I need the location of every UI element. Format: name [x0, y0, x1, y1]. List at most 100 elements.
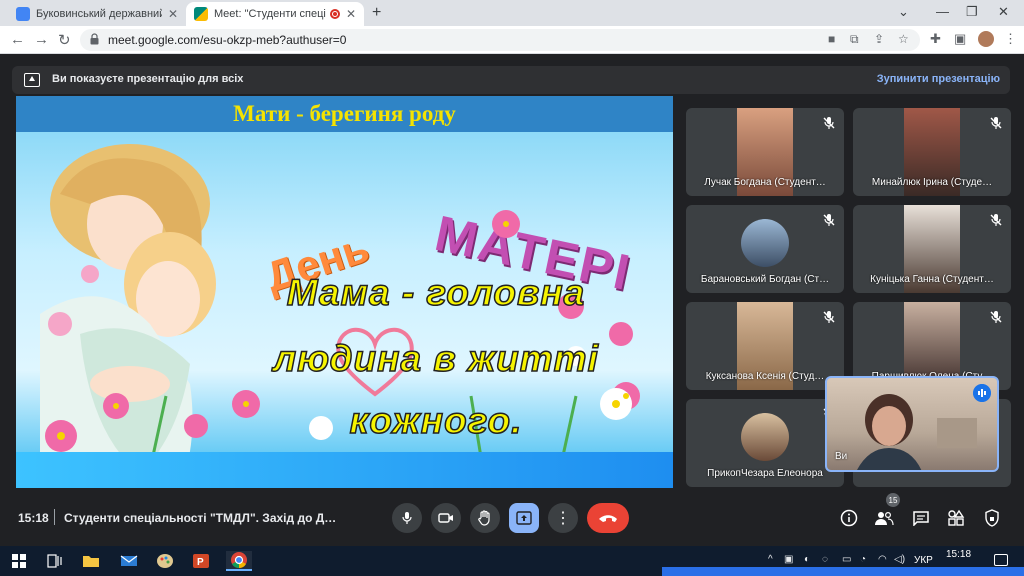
present-button[interactable]	[509, 503, 539, 533]
camera-button[interactable]	[431, 503, 461, 533]
stop-presenting-button[interactable]: Зупинити презентацію	[877, 73, 1000, 85]
paint-icon[interactable]	[154, 551, 176, 571]
people-icon[interactable]	[874, 508, 894, 528]
tab-title: Буковинський державний меди	[36, 8, 162, 20]
participant-count-badge: 15	[886, 493, 900, 507]
svg-text:P: P	[197, 557, 204, 568]
url-text: meet.google.com/esu-okzp-meb?authuser=0	[108, 33, 347, 47]
slide-line-1: Мама - головна	[286, 271, 586, 314]
notifications-icon[interactable]	[994, 554, 1008, 566]
present-screen-icon	[24, 73, 40, 87]
mic-off-icon	[823, 117, 835, 129]
participant-name: Куксанова Ксенія (Студ…	[705, 371, 825, 382]
more-options-button[interactable]: ⋮	[548, 503, 578, 533]
minimize-button[interactable]: —	[936, 4, 949, 19]
system-clock[interactable]: 15:18	[946, 549, 971, 560]
network-icon[interactable]: ◔	[860, 554, 866, 565]
profile-avatar[interactable]	[978, 31, 994, 47]
task-view-icon[interactable]	[44, 551, 66, 571]
tab-search-icon[interactable]: ⌄	[898, 4, 909, 20]
recording-icon	[329, 9, 340, 19]
file-explorer-icon[interactable]	[80, 551, 102, 571]
mic-off-icon	[990, 311, 1002, 323]
meet-tray-icon[interactable]: ▣	[784, 554, 793, 565]
slide-header: Мати - берегиня роду	[16, 96, 673, 132]
participant-tile[interactable]: Барановський Богдан (Ст…	[686, 205, 844, 293]
share-icon[interactable]: ⇪	[874, 32, 884, 46]
lock-icon	[90, 33, 99, 45]
wifi-icon[interactable]: ◠	[878, 554, 887, 565]
camera-in-use-icon[interactable]: ■	[828, 32, 835, 46]
meet-favicon-icon	[194, 7, 208, 21]
side-panel-icon[interactable]: ▣	[954, 31, 966, 47]
menu-kebab-icon[interactable]: ⋮	[1004, 31, 1017, 47]
present-screen-icon	[516, 511, 532, 525]
mail-icon[interactable]	[118, 551, 140, 571]
mic-off-icon	[823, 214, 835, 226]
raise-hand-button[interactable]	[470, 503, 500, 533]
divider	[54, 509, 55, 525]
tab-meet[interactable]: Meet: "Студенти спеціальності ✕	[186, 2, 364, 26]
participant-tile[interactable]: Лучак Богдана (Студент…	[686, 108, 844, 196]
back-button[interactable]: ←	[10, 31, 25, 48]
chat-icon[interactable]	[911, 508, 931, 528]
presenting-banner: Ви показуєте презентацію для всіх Зупини…	[12, 66, 1010, 94]
wifi-off-icon[interactable]: ◌	[822, 554, 828, 565]
mic-off-icon	[990, 214, 1002, 226]
battery-icon[interactable]: ▭	[842, 554, 851, 565]
meet-control-bar: 15:18 Студенти спеціальності "ТМДЛ". Зах…	[0, 493, 1024, 544]
participant-name: Куніцька Ганна (Студент…	[870, 274, 994, 285]
self-view-tile[interactable]: Ви	[825, 376, 999, 472]
translate-icon[interactable]: ⧉	[850, 32, 859, 47]
tab-title: Meet: "Студенти спеціальності	[214, 8, 326, 20]
reload-button[interactable]: ↻	[58, 31, 71, 49]
meeting-title: Студенти спеціальності "ТМДЛ". Захід до …	[64, 511, 337, 525]
bookmark-star-icon[interactable]: ☆	[898, 32, 909, 46]
show-hidden-icons[interactable]: ^	[768, 554, 773, 565]
self-name: Ви	[835, 451, 848, 462]
close-window-button[interactable]: ✕	[998, 4, 1009, 20]
extensions-icon[interactable]: ✚	[930, 31, 941, 47]
participant-avatar	[741, 219, 789, 267]
chrome-icon[interactable]	[226, 551, 252, 571]
participant-tile[interactable]: Минайлюк Ірина (Студе…	[853, 108, 1011, 196]
participant-name: ПрикопЧезара Елеонора	[707, 468, 823, 479]
participant-avatar	[741, 413, 789, 461]
hang-up-icon	[599, 515, 617, 522]
microphone-icon	[402, 512, 412, 524]
host-controls-icon[interactable]	[982, 508, 1002, 528]
participant-name: Минайлюк Ірина (Студе…	[871, 177, 993, 188]
close-tab-icon[interactable]: ✕	[346, 7, 356, 21]
meeting-time: 15:18	[18, 511, 49, 525]
camera-icon	[438, 513, 453, 523]
presentation-slide: Мати - берегиня роду День МАТЕРІ Мама - …	[16, 96, 673, 488]
close-tab-icon[interactable]: ✕	[168, 7, 178, 21]
leave-call-button[interactable]	[587, 503, 629, 533]
windows-start-icon[interactable]	[8, 551, 30, 571]
participant-tile[interactable]: Куніцька Ганна (Студент…	[853, 205, 1011, 293]
microphone-button[interactable]	[392, 503, 422, 533]
sync-icon[interactable]: ◐	[804, 554, 810, 565]
forward-button[interactable]: →	[34, 31, 49, 48]
hand-icon	[478, 510, 490, 526]
meeting-details-icon[interactable]	[839, 508, 859, 528]
restore-button[interactable]: ❐	[966, 4, 978, 20]
browser-toolbar: ← → ↻ meet.google.com/esu-okzp-meb?authu…	[0, 26, 1024, 54]
address-bar[interactable]: meet.google.com/esu-okzp-meb?authuser=0 …	[80, 29, 920, 51]
volume-icon[interactable]: ◁)	[894, 554, 905, 565]
mic-off-icon	[990, 117, 1002, 129]
powerpoint-icon[interactable]: P	[190, 551, 212, 571]
slide-footer	[16, 452, 673, 488]
browser-tab-strip: Буковинський державний меди ✕ Meet: "Сту…	[0, 0, 1024, 26]
slide-line-2: людина в житті	[272, 337, 599, 380]
participant-tile[interactable]: ПрикопЧезара Елеонора	[686, 399, 844, 487]
participant-tile[interactable]: Куксанова Ксенія (Студ…	[686, 302, 844, 390]
activities-icon[interactable]	[946, 508, 966, 528]
participant-name: Лучак Богдана (Студент…	[704, 177, 826, 188]
speaking-indicator-icon	[973, 384, 991, 402]
slide-line-3: кожного.	[349, 399, 523, 442]
tab-university[interactable]: Буковинський державний меди ✕	[8, 2, 186, 26]
language-indicator[interactable]: УКР	[914, 555, 933, 566]
more-vert-icon: ⋮	[555, 510, 571, 527]
new-tab-button[interactable]: +	[372, 4, 381, 22]
